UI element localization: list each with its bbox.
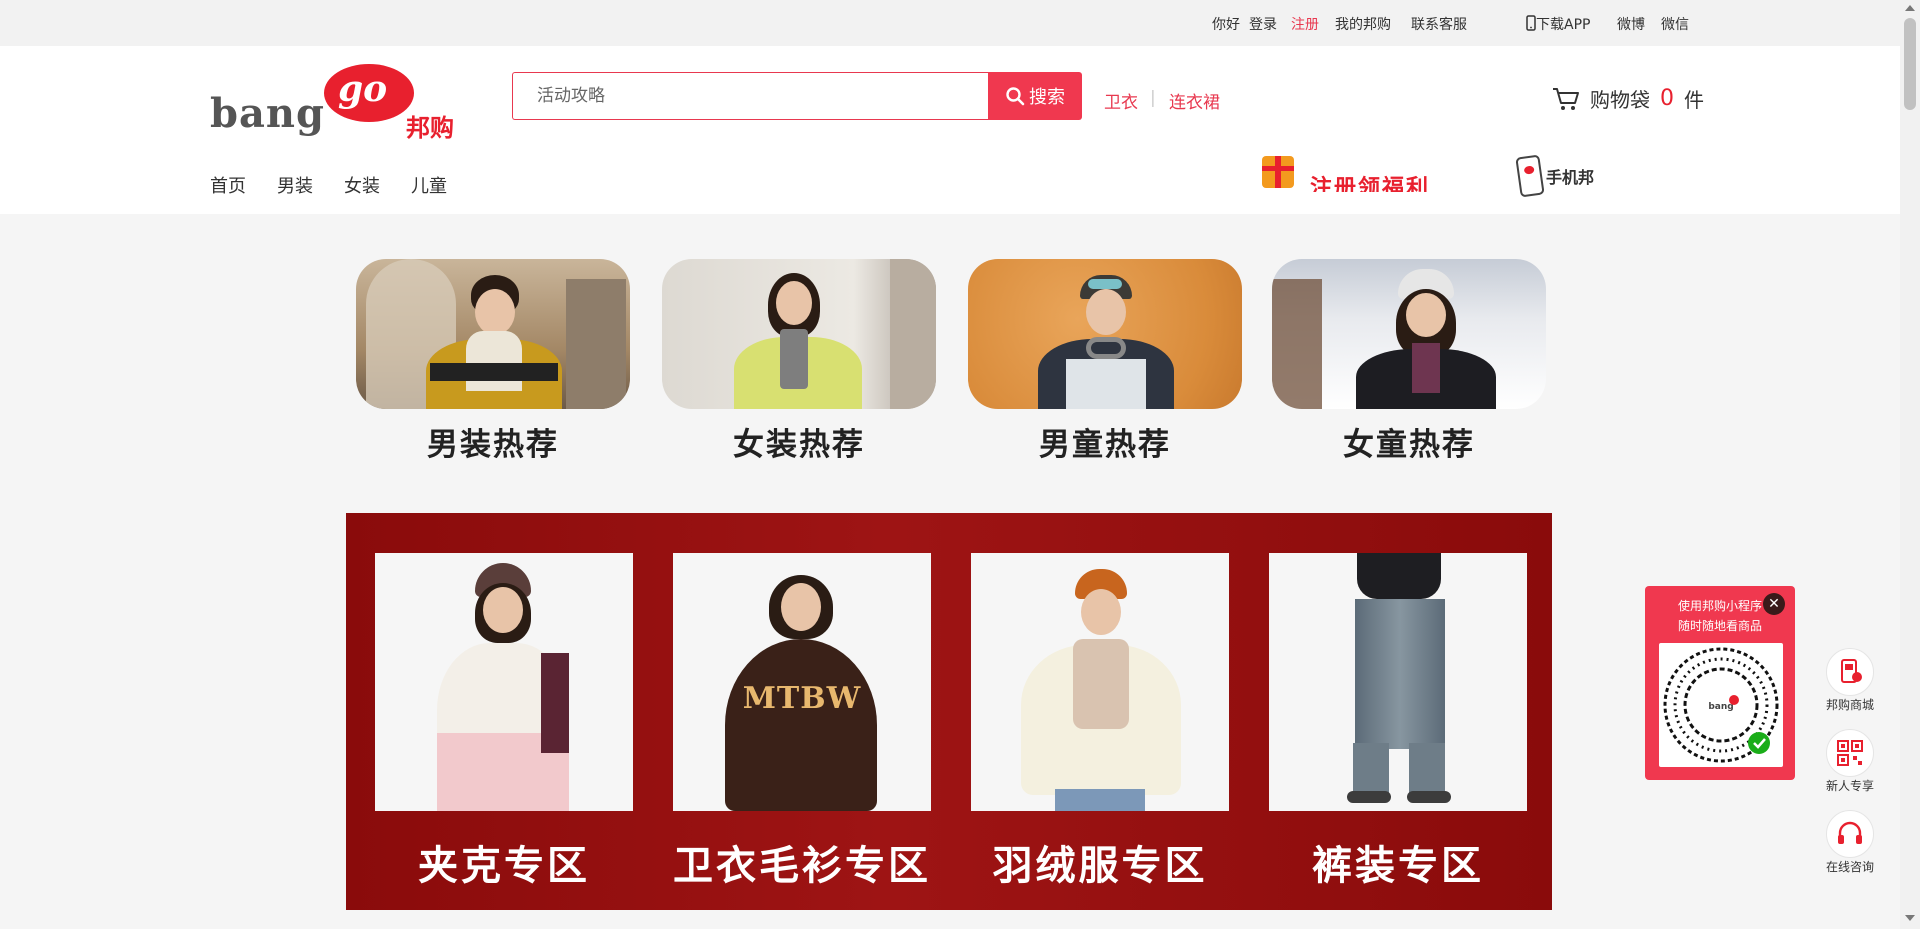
gift-icon [1262, 156, 1294, 188]
qr-code-icon [1826, 729, 1874, 777]
hotword-hoodie[interactable]: 卫衣 [1104, 88, 1138, 113]
search-icon [1006, 87, 1025, 106]
category-boys-label: 男童热荐 [1039, 427, 1171, 463]
category-men-image [356, 259, 630, 409]
customer-service-link[interactable]: 联系客服 [1411, 14, 1467, 34]
hoodie-print: MTBW [742, 681, 862, 716]
search-input[interactable] [513, 73, 990, 119]
mobile-bango-link[interactable]: 手机邦 [1515, 154, 1595, 198]
mobile-label: 手机邦 [1546, 168, 1595, 187]
zone-banner: 夹克专区 MTBW 卫衣毛衫专区 羽绒服专区 裤装专区 [346, 513, 1552, 910]
zone-jacket[interactable]: 夹克专区 [375, 553, 633, 891]
headset-icon [1826, 810, 1874, 858]
category-girls-label: 女童热荐 [1343, 427, 1475, 463]
nav-kids[interactable]: 儿童 [411, 172, 447, 198]
svg-text:bang: bang [1708, 702, 1733, 712]
cart-label: 购物袋 [1590, 88, 1650, 112]
zone-hoodie-image: MTBW [673, 553, 931, 811]
category-women[interactable]: 女装热荐 [662, 259, 936, 464]
mini-program-qr-code: bang [1659, 643, 1783, 767]
zone-down-image [971, 553, 1229, 811]
login-link[interactable]: 登录 [1249, 14, 1277, 34]
search-box [512, 72, 990, 120]
hotword-separator: | [1150, 88, 1156, 108]
logo-go: go [338, 68, 388, 110]
download-app-label: 下载APP [1536, 17, 1591, 33]
register-promo-banner[interactable]: 注册领福利 [1262, 154, 1472, 198]
shopping-cart[interactable]: 购物袋 0 件 [1552, 84, 1704, 113]
close-icon[interactable]: ✕ [1763, 593, 1785, 615]
mini-program-line2: 随时随地看商品 [1677, 619, 1762, 633]
cart-unit: 件 [1684, 88, 1704, 112]
hotword-dress[interactable]: 连衣裙 [1169, 88, 1220, 113]
promo-text: 注册领福利 [1310, 176, 1431, 192]
qr-pattern: bang [1663, 647, 1779, 763]
category-girls-image [1272, 259, 1546, 409]
cart-count: 0 [1660, 86, 1674, 111]
nav-men[interactable]: 男装 [277, 172, 313, 198]
zone-down-jacket[interactable]: 羽绒服专区 [971, 553, 1229, 891]
header: bang go 邦购 搜索 卫衣 | 连衣裙 购物袋 0 件 首页 男装 女装 … [0, 46, 1900, 214]
mini-program-popup: 使用邦购小程序 随时随地看商品 ✕ bang [1645, 586, 1795, 780]
download-app-link[interactable]: 下载APP [1526, 14, 1590, 34]
category-girls[interactable]: 女童热荐 [1272, 259, 1546, 464]
cart-icon [1553, 87, 1579, 110]
mobile-phone-icon [1526, 15, 1536, 31]
side-tool-newcomer[interactable]: 新人专享 [1826, 729, 1874, 794]
zone-jacket-image [375, 553, 633, 811]
category-women-label: 女装热荐 [733, 427, 865, 463]
scroll-down-arrow-icon[interactable] [1905, 915, 1915, 921]
scrollbar-thumb[interactable] [1904, 18, 1916, 110]
category-women-image [662, 259, 936, 409]
search-button-label: 搜索 [1029, 87, 1065, 108]
zone-jacket-label: 夹克专区 [418, 843, 590, 889]
nav-women[interactable]: 女装 [344, 172, 380, 198]
zone-pants-label: 裤装专区 [1312, 843, 1484, 889]
side-tool-consult-label: 在线咨询 [1826, 860, 1875, 874]
weibo-link[interactable]: 微博 [1617, 14, 1645, 34]
scroll-up-arrow-icon[interactable] [1905, 5, 1915, 11]
zone-hoodie-label: 卫衣毛衫专区 [673, 843, 931, 889]
top-bar: 你好 登录 注册 我的邦购 联系客服 下载APP 微博 微信 [0, 0, 1900, 46]
nav-home[interactable]: 首页 [210, 172, 246, 198]
weixin-link[interactable]: 微信 [1661, 14, 1689, 34]
zone-pants-image [1269, 553, 1527, 811]
zone-down-label: 羽绒服专区 [992, 843, 1208, 889]
side-tool-mall-label: 邦购商城 [1826, 698, 1875, 712]
register-link[interactable]: 注册 [1291, 14, 1319, 34]
bango-logo[interactable]: bang go 邦购 [210, 64, 462, 142]
phone-shop-icon [1826, 648, 1874, 696]
page-scrollbar[interactable] [1900, 0, 1920, 929]
category-men[interactable]: 男装热荐 [356, 259, 630, 464]
zone-pants[interactable]: 裤装专区 [1269, 553, 1527, 891]
side-tool-newcomer-label: 新人专享 [1826, 779, 1875, 793]
zone-hoodie-sweater[interactable]: MTBW 卫衣毛衫专区 [673, 553, 931, 891]
side-tool-mall[interactable]: 邦购商城 [1826, 648, 1874, 713]
category-boys[interactable]: 男童热荐 [968, 259, 1242, 464]
search-button[interactable]: 搜索 [988, 72, 1082, 120]
logo-latin: bang [210, 90, 325, 137]
side-tool-consult[interactable]: 在线咨询 [1826, 810, 1874, 875]
my-account-link[interactable]: 我的邦购 [1335, 14, 1391, 34]
category-boys-image [968, 259, 1242, 409]
logo-chinese: 邦购 [406, 114, 454, 142]
phone-icon [1515, 154, 1545, 198]
greeting-text: 你好 [1212, 17, 1240, 33]
category-men-label: 男装热荐 [427, 427, 559, 463]
